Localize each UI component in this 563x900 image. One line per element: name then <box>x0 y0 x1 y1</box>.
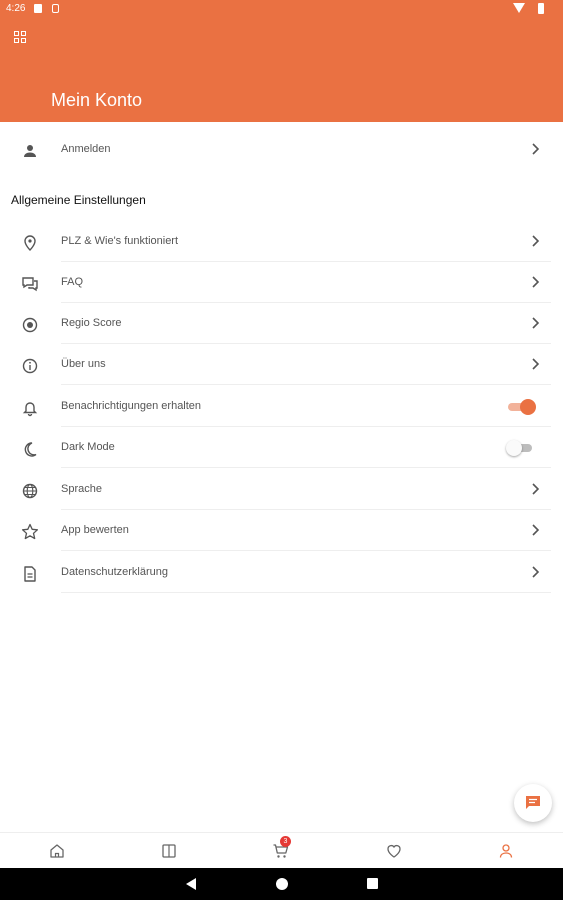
login-row[interactable]: Anmelden <box>0 129 563 170</box>
document-icon <box>20 564 40 584</box>
notifications-toggle[interactable] <box>508 399 536 415</box>
settings-item-label: FAQ <box>61 276 84 288</box>
settings-item-faq[interactable]: FAQ <box>0 262 563 303</box>
moon-icon <box>20 439 40 459</box>
home-circle-icon[interactable] <box>276 878 288 890</box>
nav-profile-icon[interactable] <box>496 841 516 861</box>
globe-icon <box>20 481 40 501</box>
location-pin-icon <box>20 233 40 253</box>
chevron-right-icon <box>528 316 542 330</box>
chevron-right-icon <box>528 234 542 248</box>
divider <box>61 384 551 385</box>
person-icon <box>20 141 40 161</box>
info-icon <box>20 356 40 376</box>
settings-item-language[interactable]: Sprache <box>0 469 563 510</box>
section-title: Allgemeine Einstellungen <box>11 193 146 207</box>
bell-icon <box>20 398 40 418</box>
app-header: 4:26 Mein Konto <box>0 0 563 122</box>
chevron-right-icon <box>528 523 542 537</box>
chevron-right-icon <box>528 357 542 371</box>
cart-badge: 3 <box>280 836 291 847</box>
status-time: 4:26 <box>6 3 26 14</box>
status-bar: 4:26 <box>0 0 563 18</box>
settings-item-label: App bewerten <box>61 524 129 536</box>
recents-icon[interactable] <box>367 878 378 889</box>
chat-fab-button[interactable] <box>514 784 552 822</box>
chevron-right-icon <box>528 142 542 156</box>
settings-item-dark-mode: Dark Mode <box>0 427 563 468</box>
nav-book-icon[interactable] <box>159 841 179 861</box>
settings-item-plz[interactable]: PLZ & Wie's funktioniert <box>0 221 563 262</box>
divider <box>61 467 551 468</box>
divider <box>61 592 551 593</box>
target-icon <box>20 315 40 335</box>
settings-item-privacy[interactable]: Datenschutzerklärung <box>0 552 563 593</box>
chat-bubbles-icon <box>20 274 40 294</box>
divider <box>61 550 551 551</box>
dark-mode-toggle[interactable] <box>506 440 534 456</box>
nav-home-icon[interactable] <box>47 841 67 861</box>
toggle-knob <box>506 440 522 456</box>
wifi-icon <box>513 3 525 13</box>
chevron-right-icon <box>528 275 542 289</box>
nav-cart-icon[interactable]: 3 <box>271 836 291 861</box>
settings-item-about[interactable]: Über uns <box>0 344 563 385</box>
bottom-nav: 3 <box>0 832 563 868</box>
toggle-knob <box>520 399 536 415</box>
settings-item-label: Regio Score <box>61 317 122 329</box>
back-icon[interactable] <box>186 878 196 890</box>
nav-heart-icon[interactable] <box>384 841 404 861</box>
login-label: Anmelden <box>61 143 111 155</box>
settings-item-rate-app[interactable]: App bewerten <box>0 510 563 551</box>
settings-item-label: Über uns <box>61 358 106 370</box>
star-icon <box>20 522 40 542</box>
settings-item-regio-score[interactable]: Regio Score <box>0 303 563 344</box>
chat-icon <box>526 796 540 809</box>
sim-icon <box>52 4 59 13</box>
settings-item-label: Datenschutzerklärung <box>61 566 169 578</box>
page-title: Mein Konto <box>51 90 143 110</box>
settings-item-label: PLZ & Wie's funktioniert <box>61 235 179 247</box>
notification-icon <box>34 4 42 13</box>
settings-item-notifications: Benachrichtigungen erhalten <box>0 386 563 427</box>
chevron-right-icon <box>528 482 542 496</box>
settings-item-label: Sprache <box>61 483 102 495</box>
grid-menu-icon[interactable] <box>13 30 27 44</box>
battery-icon <box>538 3 544 14</box>
settings-item-label: Benachrichtigungen erhalten <box>61 400 202 412</box>
system-nav-bar <box>0 868 563 900</box>
chevron-right-icon <box>528 565 542 579</box>
settings-item-label: Dark Mode <box>61 441 115 453</box>
